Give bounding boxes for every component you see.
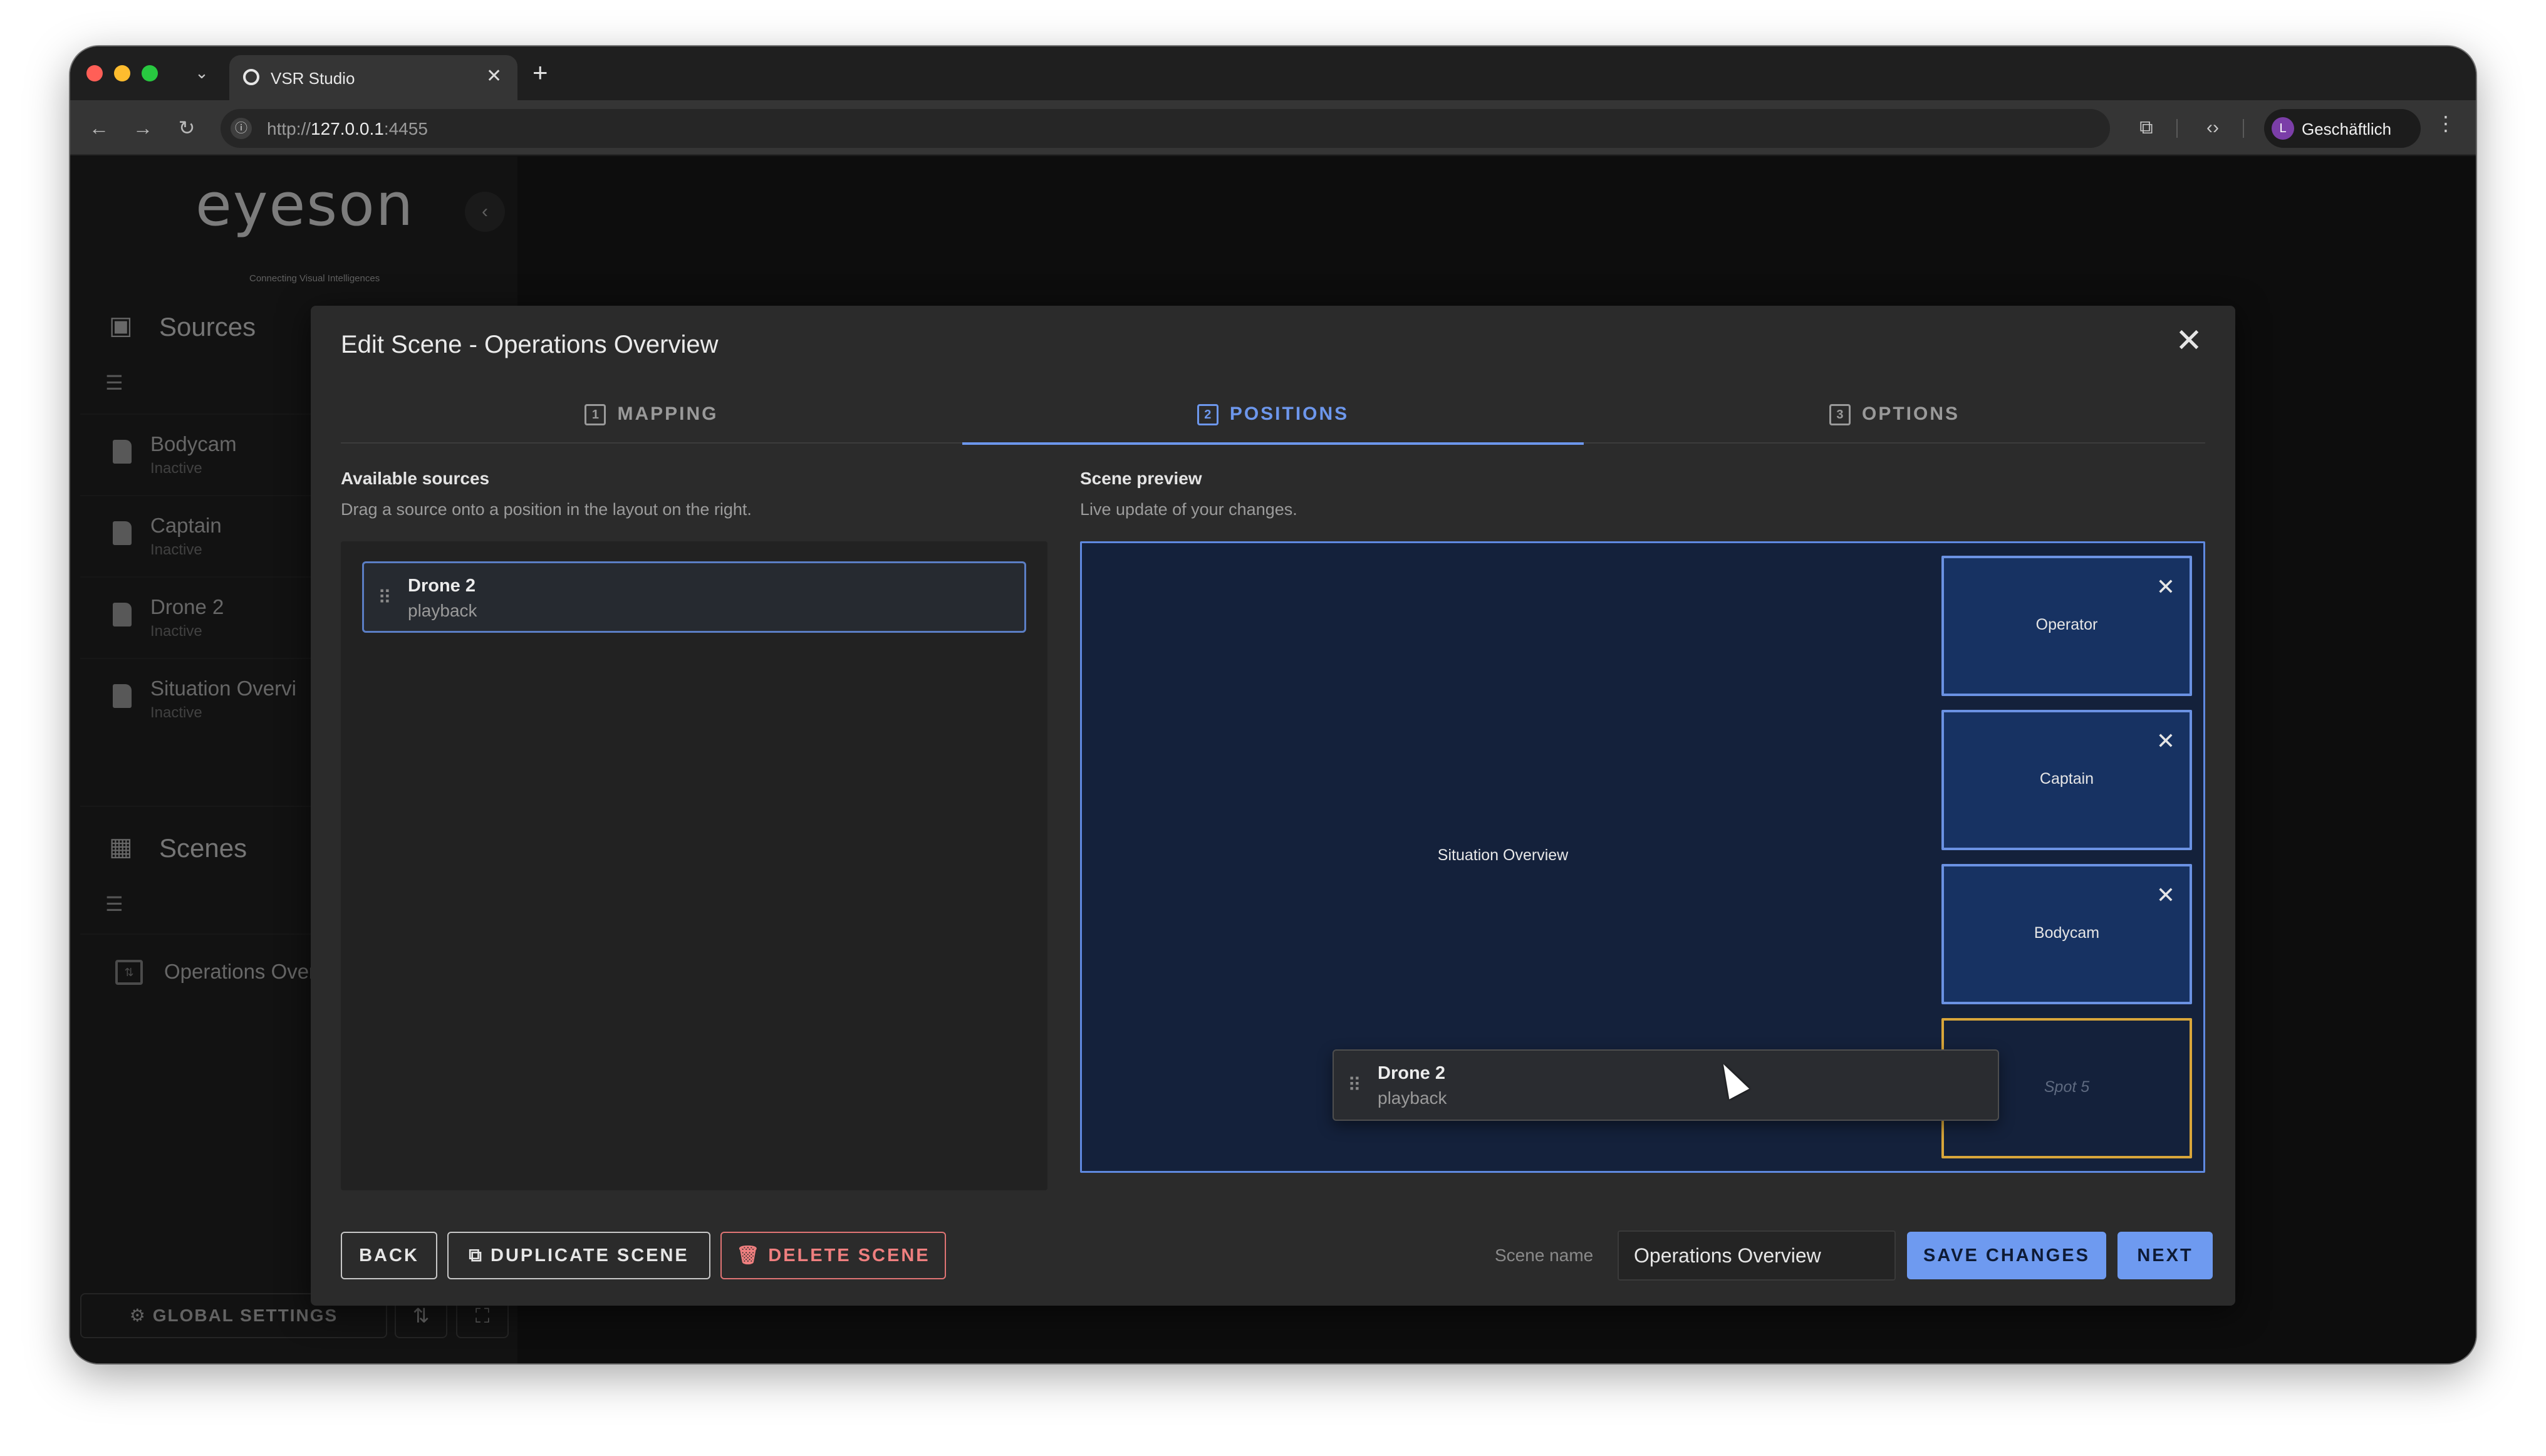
source-card-type: playback	[1378, 1088, 1447, 1108]
forward-arrow-icon[interactable]: →	[128, 113, 158, 143]
remove-icon[interactable]: ✕	[2154, 730, 2177, 752]
reload-icon[interactable]: ↻	[172, 113, 202, 143]
spot-label: Operator	[2035, 616, 2098, 633]
duplicate-scene-button[interactable]: ⧉ DUPLICATE SCENE	[447, 1232, 710, 1279]
more-menu-icon[interactable]: ⋮	[2436, 112, 2456, 135]
spot-bodycam[interactable]: Bodycam ✕	[1941, 864, 2192, 1004]
tab-mapping[interactable]: 1 MAPPING	[341, 385, 962, 444]
tab-label: POSITIONS	[1229, 403, 1349, 424]
spot-label: Bodycam	[2034, 924, 2100, 942]
source-card-type: playback	[408, 601, 477, 620]
app-page: eyeson Connecting Visual Intelligences ‹…	[70, 157, 2476, 1363]
new-tab-button[interactable]: +	[533, 56, 548, 89]
available-sources-title: Available sources	[341, 469, 490, 488]
dragging-source-card[interactable]: ⠿ Drone 2 playback	[1333, 1049, 1999, 1121]
profile-button[interactable]: L Geschäftlich	[2264, 109, 2421, 148]
active-tab-indicator	[962, 442, 1584, 445]
drag-handle-icon[interactable]: ⠿	[378, 587, 392, 610]
scene-preview-subtitle: Live update of your changes.	[1080, 500, 1297, 519]
back-arrow-icon[interactable]: ←	[84, 113, 114, 143]
url-text: http://127.0.0.1:4455	[267, 119, 428, 138]
spot-operator[interactable]: Operator ✕	[1941, 556, 2192, 696]
duplicate-scene-label: DUPLICATE SCENE	[491, 1245, 689, 1266]
address-bar[interactable]: ⓘ http://127.0.0.1:4455	[221, 109, 2110, 148]
scene-name-label: Scene name	[1495, 1245, 1594, 1265]
close-window-button[interactable]	[86, 65, 103, 81]
code-icon[interactable]: ‹›	[2198, 113, 2228, 143]
source-card-name: Drone 2	[408, 576, 475, 596]
maximize-window-button[interactable]	[142, 65, 158, 81]
remove-icon[interactable]: ✕	[2154, 576, 2177, 598]
scene-preview-canvas[interactable]: Situation Overview Operator ✕ Captain ✕ …	[1080, 541, 2205, 1173]
toolbar-divider	[2176, 119, 2178, 138]
favicon-icon	[243, 69, 259, 85]
delete-scene-button[interactable]: 🗑 DELETE SCENE	[720, 1232, 946, 1279]
tab-close-button[interactable]: ✕	[486, 65, 502, 87]
close-icon[interactable]: ✕	[2169, 321, 2209, 361]
source-card-draggable[interactable]: ⠿ Drone 2 playback	[362, 561, 1026, 633]
browser-window: ⌄ VSR Studio ✕ + ← → ↻ ⓘ http://127.0.0.…	[70, 46, 2476, 1363]
next-button[interactable]: NEXT	[2117, 1232, 2213, 1279]
drag-handle-icon: ⠿	[1348, 1075, 1361, 1096]
site-info-icon[interactable]: ⓘ	[231, 118, 252, 139]
edit-scene-dialog: Edit Scene - Operations Overview ✕ 1 MAPP…	[311, 306, 2235, 1306]
tab-positions[interactable]: 2 POSITIONS	[962, 385, 1584, 445]
source-card-name: Drone 2	[1378, 1063, 1445, 1083]
main-slot-label: Situation Overview	[1437, 846, 1569, 864]
tab-options[interactable]: 3 OPTIONS	[1584, 385, 2205, 444]
browser-tab[interactable]: VSR Studio ✕	[229, 55, 517, 100]
step-number: 2	[1197, 404, 1218, 425]
scene-name-input[interactable]: Operations Overview	[1618, 1230, 1896, 1281]
profile-label: Geschäftlich	[2302, 120, 2392, 138]
back-button[interactable]: BACK	[341, 1232, 437, 1279]
tab-title: VSR Studio	[271, 69, 355, 88]
dialog-title: Edit Scene - Operations Overview	[341, 331, 719, 358]
spot-captain[interactable]: Captain ✕	[1941, 710, 2192, 850]
avatar: L	[2272, 117, 2294, 140]
step-number: 3	[1829, 404, 1851, 425]
available-sources-list: ⠿ Drone 2 playback	[341, 541, 1047, 1190]
tab-label: OPTIONS	[1861, 403, 1960, 424]
toolbar-divider	[2243, 119, 2244, 138]
step-number: 1	[585, 404, 606, 425]
available-sources-subtitle: Drag a source onto a position in the lay…	[341, 500, 752, 519]
extensions-icon[interactable]: ⧉	[2131, 113, 2161, 143]
chevron-down-icon[interactable]: ⌄	[188, 59, 216, 86]
delete-scene-label: DELETE SCENE	[768, 1245, 930, 1266]
save-changes-button[interactable]: SAVE CHANGES	[1907, 1232, 2106, 1279]
scene-preview-title: Scene preview	[1080, 469, 1202, 488]
remove-icon[interactable]: ✕	[2154, 884, 2177, 907]
spot-label: Captain	[2039, 770, 2094, 788]
browser-tab-bar: ⌄ VSR Studio ✕ +	[70, 46, 2476, 100]
stepper-tabs: 1 MAPPING 2 POSITIONS 3 OPTIONS	[341, 385, 2205, 445]
minimize-window-button[interactable]	[114, 65, 130, 81]
browser-toolbar: ← → ↻ ⓘ http://127.0.0.1:4455 ⧉ ‹› L Ges…	[70, 100, 2476, 155]
tab-label: MAPPING	[617, 403, 719, 424]
